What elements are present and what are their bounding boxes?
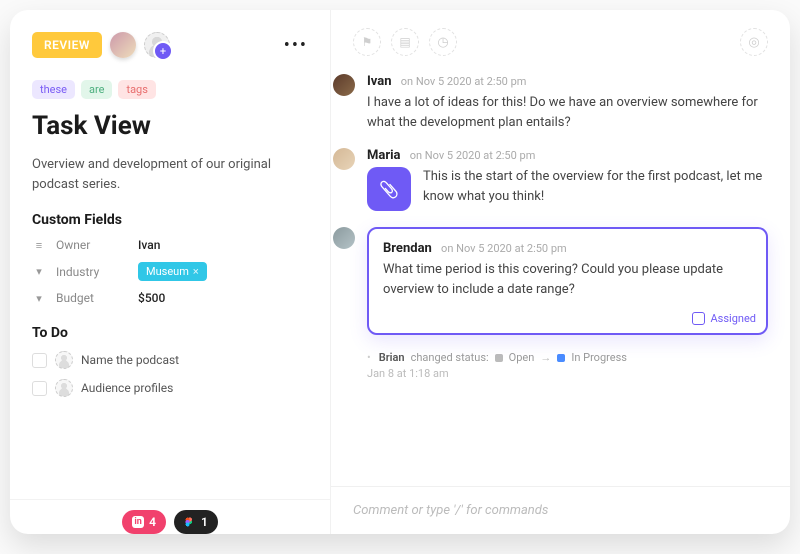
task-description[interactable]: Overview and development of our original… bbox=[32, 155, 308, 194]
priority-flag-button[interactable] bbox=[353, 28, 381, 56]
comment-avatar[interactable] bbox=[333, 227, 355, 249]
field-value-pill[interactable]: Museum× bbox=[138, 262, 207, 281]
status-to: In Progress bbox=[571, 351, 627, 364]
comment-author: Maria bbox=[367, 148, 401, 163]
todo-label: Audience profiles bbox=[81, 381, 173, 395]
comment-avatar[interactable] bbox=[333, 74, 355, 96]
add-assignee-button[interactable] bbox=[144, 32, 170, 58]
comment-author: Ivan bbox=[367, 74, 392, 89]
todo-heading: To Do bbox=[32, 325, 308, 341]
arrow-icon: → bbox=[540, 351, 551, 364]
paperclip-icon bbox=[379, 180, 399, 199]
activity-verb: changed status: bbox=[411, 351, 489, 364]
field-label: Owner bbox=[56, 238, 128, 252]
assigned-indicator[interactable]: Assigned bbox=[692, 312, 757, 325]
dropdown-icon: ▾ bbox=[32, 265, 46, 278]
tag[interactable]: tags bbox=[118, 80, 155, 99]
activity-entry: Brian changed status: Open → In Progress… bbox=[367, 351, 768, 380]
field-owner: ≡ Owner Ivan bbox=[32, 238, 308, 252]
watch-button[interactable] bbox=[740, 28, 768, 56]
task-window: REVIEW ••• these are tags Task View Over… bbox=[10, 10, 790, 534]
checkbox[interactable] bbox=[32, 353, 47, 368]
dropdown-icon: ▾ bbox=[32, 292, 46, 305]
count: 1 bbox=[201, 515, 208, 529]
tag-list: these are tags bbox=[32, 80, 308, 99]
owner-icon: ≡ bbox=[32, 239, 46, 252]
assigned-label: Assigned bbox=[711, 312, 757, 325]
invision-icon: in bbox=[132, 516, 144, 528]
field-label: Industry bbox=[56, 265, 128, 279]
comment-text: What time period is this covering? Could… bbox=[383, 260, 752, 299]
date-button[interactable] bbox=[391, 28, 419, 56]
assignee-placeholder-icon[interactable] bbox=[55, 351, 73, 369]
todo-item[interactable]: Name the podcast bbox=[32, 351, 308, 369]
comment-input[interactable]: Comment or type '/' for commands bbox=[331, 486, 790, 534]
comment: Brendan on Nov 5 2020 at 2:50 pm What ti… bbox=[333, 227, 768, 335]
comment: Maria on Nov 5 2020 at 2:50 pm This is t… bbox=[333, 148, 768, 211]
field-value[interactable]: Ivan bbox=[138, 238, 160, 252]
assignee-avatar[interactable] bbox=[110, 32, 136, 58]
tag[interactable]: these bbox=[32, 80, 75, 99]
comment-time: on Nov 5 2020 at 2:50 pm bbox=[401, 75, 527, 88]
todo-list: Name the podcast Audience profiles bbox=[32, 351, 308, 397]
field-value[interactable]: $500 bbox=[138, 291, 165, 305]
right-pane: Ivan on Nov 5 2020 at 2:50 pm I have a l… bbox=[330, 10, 790, 534]
tag[interactable]: are bbox=[81, 80, 112, 99]
field-budget: ▾ Budget $500 bbox=[32, 291, 308, 305]
activity-actor: Brian bbox=[379, 351, 405, 364]
more-menu[interactable]: ••• bbox=[284, 35, 308, 56]
comment-avatar[interactable] bbox=[333, 148, 355, 170]
clock-icon bbox=[437, 35, 448, 50]
attachment-button[interactable] bbox=[367, 167, 411, 211]
calendar-icon bbox=[399, 35, 410, 50]
count: 4 bbox=[149, 515, 156, 529]
comment-text: I have a lot of ideas for this! Do we ha… bbox=[367, 93, 768, 132]
flag-icon bbox=[362, 35, 373, 50]
assignee-placeholder-icon[interactable] bbox=[55, 379, 73, 397]
comment: Ivan on Nov 5 2020 at 2:50 pm I have a l… bbox=[333, 74, 768, 132]
comment-time: on Nov 5 2020 at 2:50 pm bbox=[410, 149, 536, 162]
comment-author: Brendan bbox=[383, 241, 432, 256]
status-color-icon bbox=[495, 354, 503, 362]
attachment-bar: in 4 1 bbox=[10, 499, 330, 534]
task-title[interactable]: Task View bbox=[32, 111, 308, 141]
figma-pill[interactable]: 1 bbox=[174, 510, 218, 534]
status-from: Open bbox=[509, 351, 535, 364]
todo-label: Name the podcast bbox=[81, 353, 179, 367]
figma-icon bbox=[184, 516, 196, 528]
checkbox[interactable] bbox=[692, 312, 705, 325]
custom-fields-heading: Custom Fields bbox=[32, 212, 308, 228]
activity-date: Jan 8 at 1:18 am bbox=[367, 367, 768, 380]
eye-icon bbox=[748, 35, 759, 50]
comment-text: This is the start of the overview for th… bbox=[423, 167, 768, 206]
invision-pill[interactable]: in 4 bbox=[122, 510, 166, 534]
time-button[interactable] bbox=[429, 28, 457, 56]
bullet-icon bbox=[367, 351, 373, 364]
right-topbar bbox=[331, 10, 790, 74]
comment-thread: Ivan on Nov 5 2020 at 2:50 pm I have a l… bbox=[331, 74, 790, 486]
status-color-icon bbox=[557, 354, 565, 362]
comment-time: on Nov 5 2020 at 2:50 pm bbox=[441, 242, 567, 255]
assigned-comment-card[interactable]: Brendan on Nov 5 2020 at 2:50 pm What ti… bbox=[367, 227, 768, 335]
custom-fields: ≡ Owner Ivan ▾ Industry Museum× ▾ Budget… bbox=[32, 238, 308, 305]
status-badge[interactable]: REVIEW bbox=[32, 32, 102, 58]
left-pane: REVIEW ••• these are tags Task View Over… bbox=[10, 10, 330, 534]
todo-item[interactable]: Audience profiles bbox=[32, 379, 308, 397]
checkbox[interactable] bbox=[32, 381, 47, 396]
left-topbar: REVIEW ••• bbox=[32, 32, 308, 58]
field-industry: ▾ Industry Museum× bbox=[32, 262, 308, 281]
field-label: Budget bbox=[56, 291, 128, 305]
clear-icon[interactable]: × bbox=[193, 265, 199, 278]
